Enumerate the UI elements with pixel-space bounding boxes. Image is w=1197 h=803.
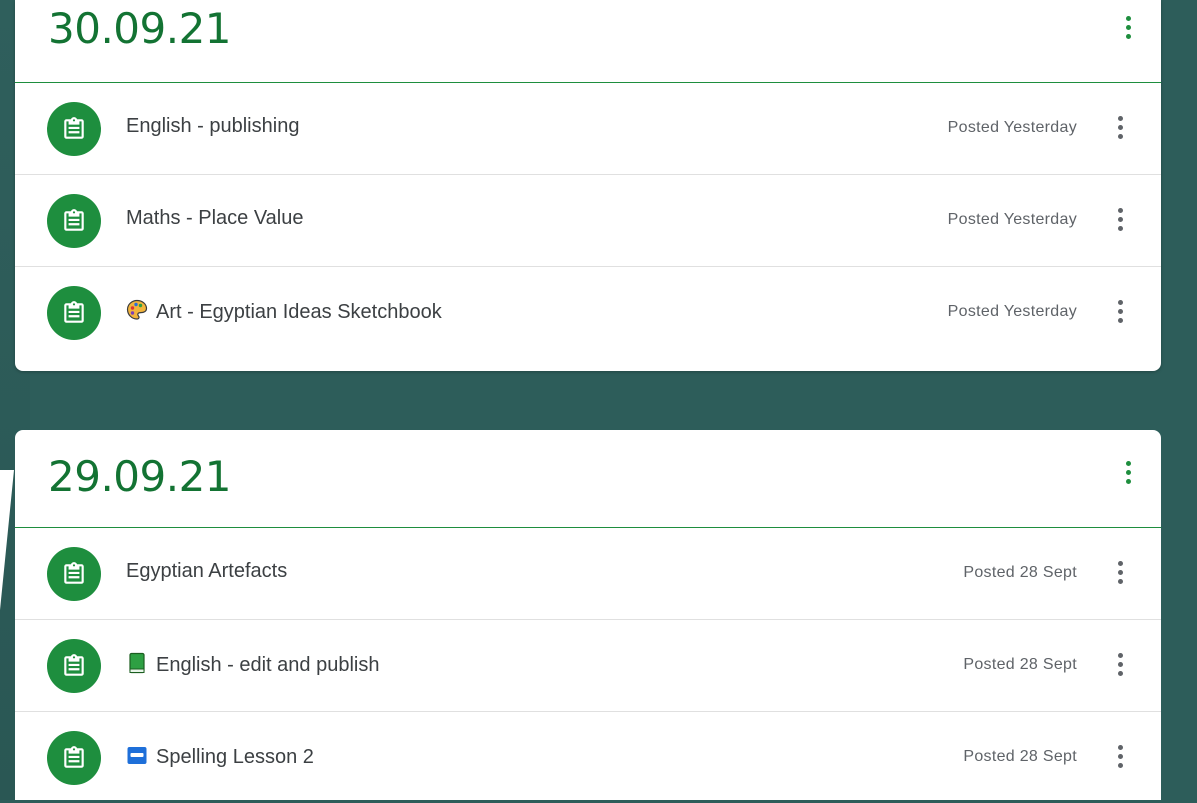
- assignment-icon: [47, 731, 101, 785]
- topic-card: 30.09.21 English - publishing Posted Yes…: [15, 0, 1161, 371]
- assignment-icon: [47, 194, 101, 248]
- assignment-icon: [47, 547, 101, 601]
- assignment-icon: [47, 102, 101, 156]
- posted-date: Posted Yesterday: [947, 303, 1077, 320]
- assignment-title-wrap[interactable]: Spelling Lesson 2: [126, 744, 314, 769]
- more-options-icon[interactable]: [1117, 300, 1123, 324]
- slide-decoration: [0, 470, 14, 610]
- topic-title: 30.09.21: [48, 4, 232, 53]
- assignment-row[interactable]: English - edit and publish Posted 28 Sep…: [15, 620, 1161, 712]
- assignment-title: Spelling Lesson 2: [156, 746, 314, 768]
- assignment-row[interactable]: Egyptian Artefacts Posted 28 Sept: [15, 528, 1161, 620]
- more-options-icon[interactable]: [1117, 561, 1123, 585]
- assignment-title-wrap[interactable]: Art - Egyptian Ideas Sketchbook: [126, 299, 442, 324]
- green-book-icon: [129, 652, 145, 674]
- posted-date: Posted 28 Sept: [963, 656, 1077, 673]
- posted-date: Posted 28 Sept: [963, 748, 1077, 765]
- topic-card: 29.09.21 Egyptian Artefacts Posted 28 Se…: [15, 430, 1161, 800]
- assignment-title-wrap[interactable]: English - edit and publish: [126, 652, 379, 677]
- assignment-row[interactable]: Spelling Lesson 2 Posted 28 Sept: [15, 712, 1161, 803]
- posted-date: Posted Yesterday: [947, 119, 1077, 136]
- assignment-title[interactable]: Egyptian Artefacts: [126, 560, 287, 583]
- topic-title: 29.09.21: [48, 452, 232, 501]
- posted-date: Posted 28 Sept: [963, 564, 1077, 581]
- topic-more-options-icon[interactable]: [1125, 16, 1131, 40]
- assignment-row[interactable]: Maths - Place Value Posted Yesterday: [15, 175, 1161, 267]
- palette-icon: [126, 299, 148, 320]
- assignment-row[interactable]: Art - Egyptian Ideas Sketchbook Posted Y…: [15, 267, 1161, 358]
- more-options-icon[interactable]: [1117, 208, 1123, 232]
- assignment-title[interactable]: Maths - Place Value: [126, 207, 304, 230]
- assignment-title: English - edit and publish: [156, 654, 380, 676]
- posted-date: Posted Yesterday: [947, 211, 1077, 228]
- assignment-title: Art - Egyptian Ideas Sketchbook: [156, 301, 442, 323]
- assignment-icon: [47, 639, 101, 693]
- assignment-icon: [47, 286, 101, 340]
- topic-header: 30.09.21: [15, 0, 1161, 83]
- more-options-icon[interactable]: [1117, 653, 1123, 677]
- abc-icon: [127, 747, 147, 764]
- more-options-icon[interactable]: [1117, 745, 1123, 769]
- more-options-icon[interactable]: [1117, 116, 1123, 140]
- topic-more-options-icon[interactable]: [1125, 461, 1131, 485]
- topic-header: 29.09.21: [15, 430, 1161, 528]
- assignment-row[interactable]: English - publishing Posted Yesterday: [15, 83, 1161, 175]
- assignment-title[interactable]: English - publishing: [126, 115, 299, 138]
